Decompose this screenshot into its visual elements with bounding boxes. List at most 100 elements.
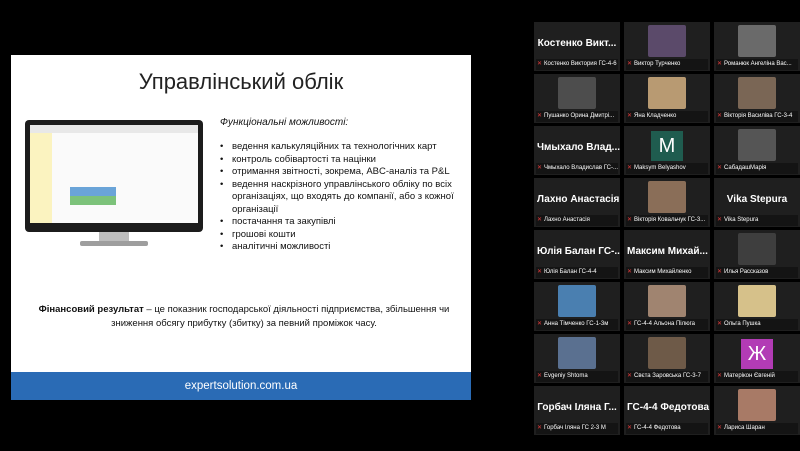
- participant-name-label: ✕ СабадашМарія: [716, 163, 798, 174]
- participant-tile[interactable]: ✕ Яна Кладченко: [624, 74, 710, 123]
- participant-name-label: ✕ Чмыхало Владислав ГС-...: [536, 163, 618, 174]
- zoom-meeting-window: Управлінський облік Функціональні можлив…: [0, 0, 800, 451]
- participant-name-label: ✕ Evgeniy Shtoma: [536, 371, 618, 382]
- bullet-item: аналітичні можливості: [220, 241, 465, 254]
- participant-tile[interactable]: ✕ Пушанко Орина Дмитрі...: [534, 74, 620, 123]
- participant-tile[interactable]: Vika Stepura ✕ Vika Stepura: [714, 178, 800, 227]
- participant-label-text: ГС-4-4 Альона Пілюга: [634, 321, 696, 327]
- participant-name-label: ✕ Матерікон Євгеній: [716, 371, 798, 382]
- participant-label-text: Романюк Ангеліна Вас...: [724, 61, 792, 67]
- participant-label-text: Evgeniy Shtoma: [544, 373, 588, 379]
- mic-muted-icon: ✕: [627, 425, 633, 431]
- monitor-titlebar: [30, 125, 198, 133]
- participant-name-label: ✕ Вікторія Василіва ГС-3-4: [716, 111, 798, 122]
- participant-name-label: ✕ Виктор Турченко: [626, 59, 708, 70]
- participant-tile[interactable]: Лахно Анастасія ✕ Лахно Анастасія: [534, 178, 620, 227]
- participant-tile[interactable]: ✕ Вікторія Василіва ГС-3-4: [714, 74, 800, 123]
- bullet-item: отримання звітності, зокрема, ABC-аналіз…: [220, 166, 465, 179]
- slide-subtitle: Функціональні можливості:: [220, 117, 349, 128]
- participant-label-text: Пушанко Орина Дмитрі...: [544, 113, 615, 119]
- mic-muted-icon: ✕: [627, 373, 633, 379]
- bullet-item: ведення наскрізного управлінського облік…: [220, 179, 465, 217]
- monitor-chart: [70, 187, 116, 205]
- mic-muted-icon: ✕: [627, 269, 633, 275]
- participant-label-text: Юлія Балан ГС-4-4: [544, 269, 597, 275]
- participant-name-label: ✕ Лахно Анастасія: [536, 215, 618, 226]
- mic-muted-icon: ✕: [537, 165, 543, 171]
- participant-tile[interactable]: ✕ Свєта Заровська ГС-3-7: [624, 334, 710, 383]
- participant-video: [648, 77, 686, 109]
- mic-muted-icon: ✕: [717, 113, 723, 119]
- participant-tile[interactable]: ✕ Evgeniy Shtoma: [534, 334, 620, 383]
- participant-label-text: Maksym Belyashov: [634, 165, 686, 171]
- mic-muted-icon: ✕: [717, 373, 723, 379]
- mic-muted-icon: ✕: [537, 425, 543, 431]
- participant-video: [558, 285, 596, 317]
- presentation-slide: Управлінський облік Функціональні можлив…: [11, 55, 471, 400]
- participant-tile[interactable]: ✕ Виктор Турченко: [624, 22, 710, 71]
- mic-muted-icon: ✕: [537, 61, 543, 67]
- participant-name-label: ✕ Лариса Шаран: [716, 423, 798, 434]
- mic-muted-icon: ✕: [627, 321, 633, 327]
- participant-label-text: Виктор Турченко: [634, 61, 681, 67]
- participant-label-text: Анна Тімченко ГС-1-3м: [544, 321, 609, 327]
- participant-tile[interactable]: Костенко Викт... ✕ Костенко Виктория ГС-4-…: [534, 22, 620, 71]
- financial-result-text: Фінансовий результат – це показник госпо…: [29, 303, 459, 331]
- participant-display-name: Юлія Балан ГС-...: [537, 245, 620, 257]
- participant-avatar: M: [651, 131, 683, 161]
- participant-label-text: Свєта Заровська ГС-3-7: [634, 373, 701, 379]
- financial-result-term: Фінансовий результат: [38, 304, 144, 315]
- participant-tile[interactable]: ✕ Лариса Шаран: [714, 386, 800, 435]
- mic-muted-icon: ✕: [717, 321, 723, 327]
- participant-tile[interactable]: ✕ Ольга Пушка: [714, 282, 800, 331]
- participant-label-text: Яна Кладченко: [634, 113, 677, 119]
- participant-tile[interactable]: Чмыхало Влад... ✕ Чмыхало Владислав ГС-...: [534, 126, 620, 175]
- monitor-illustration: [25, 120, 203, 250]
- mic-muted-icon: ✕: [627, 217, 633, 223]
- participant-tile[interactable]: ГС-4-4 Федотова ✕ ГС-4-4 Федотова: [624, 386, 710, 435]
- shared-screen: Управлінський облік Функціональні можлив…: [0, 0, 525, 451]
- mic-muted-icon: ✕: [627, 165, 633, 171]
- participant-tile[interactable]: Ж ✕ Матерікон Євгеній: [714, 334, 800, 383]
- participant-video: [648, 285, 686, 317]
- participant-video: [648, 337, 686, 369]
- participant-tile[interactable]: ✕ Анна Тімченко ГС-1-3м: [534, 282, 620, 331]
- participant-tile[interactable]: ✕ СабадашМарія: [714, 126, 800, 175]
- participant-tile[interactable]: Горбач Іляна Г... ✕ Горбач Іляна ГС 2-3 М: [534, 386, 620, 435]
- participant-tile[interactable]: Максим Михай... ✕ Максим Михайленко: [624, 230, 710, 279]
- participant-video: [738, 233, 776, 265]
- slide-title: Управлінський облік: [138, 69, 344, 94]
- participant-video: [738, 285, 776, 317]
- participant-label-text: Vika Stepura: [724, 217, 759, 223]
- participant-name-label: ✕ Горбач Іляна ГС 2-3 М: [536, 423, 618, 434]
- participant-display-name: ГС-4-4 Федотова: [627, 401, 710, 413]
- participant-tile[interactable]: Юлія Балан ГС-... ✕ Юлія Балан ГС-4-4: [534, 230, 620, 279]
- bullet-item: постачання та закупівлі: [220, 216, 465, 229]
- participant-tile[interactable]: ✕ Илья Рассказов: [714, 230, 800, 279]
- participant-tile[interactable]: ✕ Вікторія Ковальчук ГС-3...: [624, 178, 710, 227]
- mic-muted-icon: ✕: [717, 217, 723, 223]
- participant-name-label: ✕ Вікторія Ковальчук ГС-3...: [626, 215, 708, 226]
- participant-tile[interactable]: ✕ ГС-4-4 Альона Пілюга: [624, 282, 710, 331]
- monitor-frame: [25, 120, 203, 232]
- participant-name-label: ✕ Яна Кладченко: [626, 111, 708, 122]
- participant-name-label: ✕ Ольга Пушка: [716, 319, 798, 330]
- participant-label-text: Вікторія Василіва ГС-3-4: [724, 113, 793, 119]
- participant-name-label: ✕ Пушанко Орина Дмитрі...: [536, 111, 618, 122]
- participant-tile[interactable]: ✕ Романюк Ангеліна Вас...: [714, 22, 800, 71]
- participant-label-text: Ольга Пушка: [724, 321, 761, 327]
- participant-name-label: ✕ Илья Рассказов: [716, 267, 798, 278]
- participant-video: [738, 389, 776, 421]
- participant-label-text: Горбач Іляна ГС 2-3 М: [544, 425, 606, 431]
- mic-muted-icon: ✕: [537, 217, 543, 223]
- participant-video: [648, 25, 686, 57]
- participant-label-text: Костенко Виктория ГС-4-6: [544, 61, 617, 67]
- participant-tile[interactable]: M ✕ Maksym Belyashov: [624, 126, 710, 175]
- bullet-list: ведення калькуляційних та технологічних …: [220, 141, 465, 254]
- participant-label-text: Матерікон Євгеній: [724, 373, 775, 379]
- participant-label-text: Максим Михайленко: [634, 269, 692, 275]
- participant-name-label: ✕ ГС-4-4 Альона Пілюга: [626, 319, 708, 330]
- participant-label-text: Лахно Анастасія: [544, 217, 590, 223]
- participant-display-name: Максим Михай...: [627, 245, 708, 257]
- participant-name-label: ✕ Maksym Belyashov: [626, 163, 708, 174]
